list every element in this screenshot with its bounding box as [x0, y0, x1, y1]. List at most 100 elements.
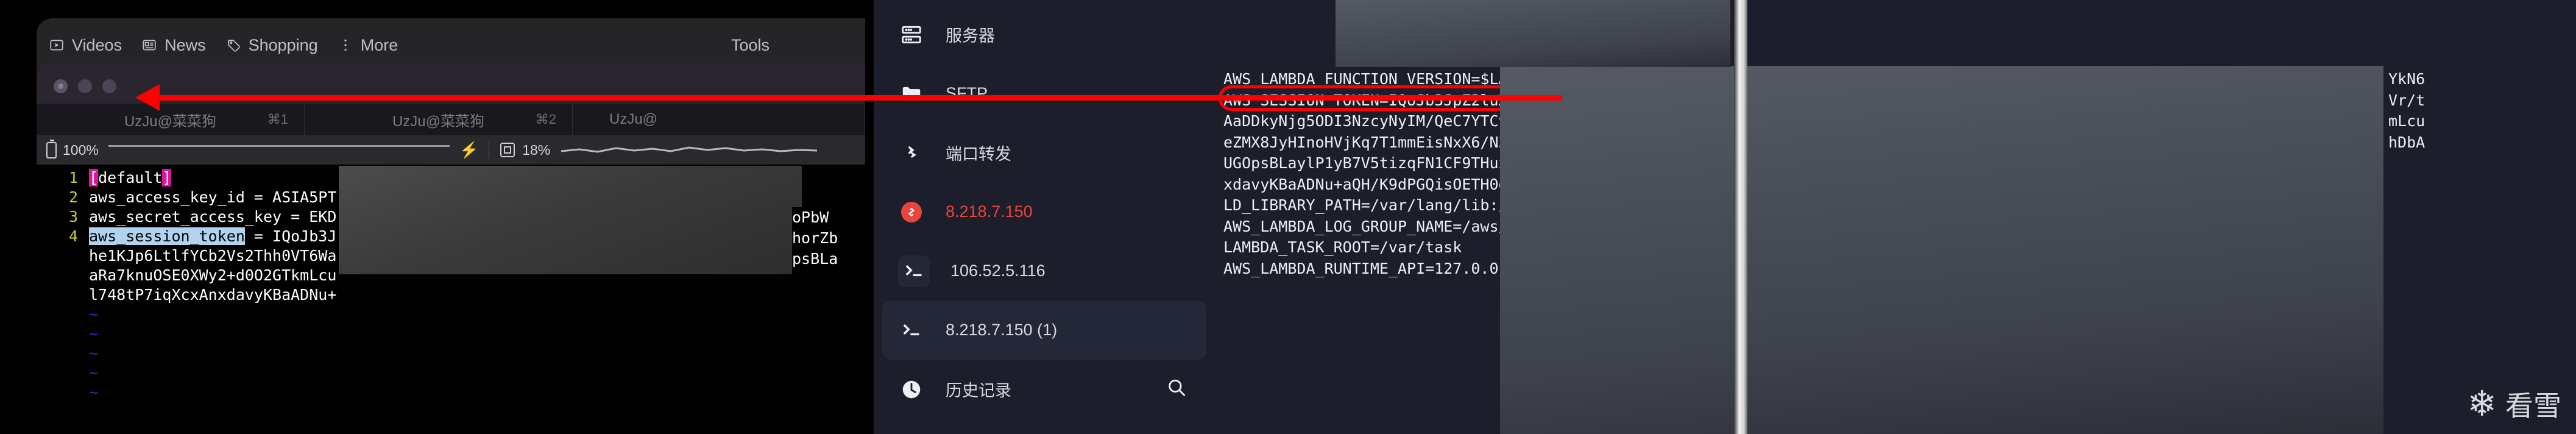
cpu-icon — [500, 143, 515, 157]
code-segment: ~ — [89, 383, 99, 401]
terminal-icon — [898, 317, 925, 344]
editor-line: 0~ — [37, 305, 865, 324]
console-fragment-line: hDbA — [2388, 133, 2426, 151]
tag-icon — [224, 36, 242, 54]
fragment-line: oPbW — [792, 208, 829, 226]
disconnect-icon — [898, 199, 925, 226]
search-nav-tabs: Videos News Shopping More — [37, 27, 414, 63]
sidebar-item-host-8-218-7-150-1[interactable]: 8.218.7.150 (1) — [882, 301, 1206, 360]
fragment-line: psBLa — [792, 250, 838, 268]
ssh-client-panel: 服务器 SFTP 端口转发 8.218.7.150 106.52.5.116 8… — [874, 0, 2576, 434]
sidebar-item-label: 端口转发 — [946, 145, 1011, 163]
sidebar-item-host-106-52-5-116[interactable]: 106.52.5.116 — [874, 241, 1215, 301]
nav-tab-more[interactable]: More — [334, 36, 414, 55]
video-icon — [48, 36, 66, 54]
disconnect-badge — [901, 201, 922, 222]
search-icon[interactable] — [1166, 377, 1187, 402]
line-number: 0 — [37, 344, 78, 363]
line-number: 0 — [37, 383, 78, 402]
annotation-arrow-line-right — [874, 95, 1562, 101]
tools-button[interactable]: Tools — [731, 27, 770, 63]
terminal-tab-shortcut: ⌘1 — [267, 112, 288, 127]
editor-line: 0~ — [37, 363, 865, 383]
nav-tab-news[interactable]: News — [138, 36, 222, 55]
annotation-arrow-head — [135, 84, 160, 111]
battery-icon — [46, 139, 57, 158]
code-segment: ~ — [89, 325, 99, 343]
line-number: 0 — [37, 363, 78, 383]
port-forward-icon — [898, 140, 925, 166]
code-segment: he1KJp6LtlfYCb2Vs2Thh0VT6Wa — [89, 247, 337, 265]
line-number: 1 — [68, 169, 78, 187]
clock-icon — [898, 376, 925, 403]
terminal-tab-bar: UzJu@菜菜狗 ⌘1 UzJu@菜菜狗 ⌘2 UzJu@ — [37, 104, 865, 135]
ssh-console-clipped-fragments: YkN6 Vr/t mLcu hDbA — [2383, 67, 2493, 434]
sidebar-item-sftp[interactable]: SFTP — [874, 64, 1215, 123]
code-segment: ] — [162, 169, 172, 187]
fragment-line: horZb — [792, 229, 838, 247]
sidebar-item-history[interactable]: 历史记录 — [874, 360, 1215, 419]
panel-scrollbar[interactable] — [1734, 0, 1747, 434]
terminal-tab-2[interactable]: UzJu@菜菜狗 ⌘2 — [305, 104, 573, 135]
sidebar-item-label: 历史记录 — [946, 382, 1011, 400]
sidebar-item-label: 106.52.5.116 — [950, 261, 1046, 280]
line-number: 2 — [68, 188, 78, 206]
sidebar-item-port-forwarding[interactable]: 端口转发 — [874, 123, 1215, 182]
terminal-tab-label: UzJu@ — [609, 111, 658, 127]
code-segment: l748tP7iqXcxAnxdavyKBaADNu+ — [89, 286, 337, 304]
redaction-overlay-right-main — [1500, 66, 2383, 434]
cpu-sparkline — [561, 140, 818, 160]
sidebar-item-host-8-218-7-150[interactable]: 8.218.7.150 — [874, 182, 1215, 241]
server-icon — [898, 21, 925, 48]
sidebar-item-label: 8.218.7.150 — [946, 202, 1033, 221]
line-number: 0 — [37, 285, 78, 305]
nav-tab-label: News — [165, 35, 206, 54]
code-segment: ~ — [89, 344, 99, 362]
line-number: 0 — [37, 266, 78, 285]
console-fragment-line: mLcu — [2388, 112, 2426, 130]
watermark-text: 看雪 — [2505, 390, 2561, 422]
sidebar-item-label: 8.218.7.150 (1) — [946, 321, 1058, 339]
more-vertical-icon — [336, 36, 355, 54]
window-traffic-lights — [54, 79, 116, 93]
code-segment: [ — [89, 169, 99, 187]
ssh-sidebar: 服务器 SFTP 端口转发 8.218.7.150 106.52.5.116 8… — [874, 0, 1215, 434]
snowflake-icon: ❄ — [2467, 384, 2497, 424]
news-icon — [140, 36, 158, 54]
nav-tab-videos[interactable]: Videos — [45, 36, 138, 55]
line-number: 0 — [37, 324, 78, 344]
line-number: 0 — [37, 305, 78, 324]
close-window-button[interactable] — [54, 79, 68, 93]
nav-tab-shopping[interactable]: Shopping — [222, 36, 334, 55]
sidebar-item-servers[interactable]: 服务器 — [874, 5, 1215, 64]
line-number: 3 — [68, 208, 78, 226]
code-segment: aws_session_token — [89, 227, 245, 245]
terminal-tab-1[interactable]: UzJu@菜菜狗 ⌘1 — [37, 104, 305, 135]
minimize-window-button[interactable] — [78, 79, 92, 93]
bolt-icon: ⚡ — [459, 140, 479, 159]
cpu-percent: 18% — [522, 141, 551, 158]
terminal-status-bar: 100% ⚡ 18% — [37, 135, 865, 165]
redaction-overlay-left — [339, 166, 802, 274]
terminal-tab-shortcut: ⌘2 — [535, 112, 556, 127]
code-segment: aws_access_key_id = ASIA5PT — [89, 188, 337, 206]
code-segment: ~ — [89, 305, 99, 323]
watermark: ❄ 看雪 — [2467, 384, 2561, 424]
screenshot-root: Videos News Shopping More Tools UzJu@菜菜狗… — [0, 0, 2576, 434]
nav-tab-label: Shopping — [248, 35, 318, 54]
maximize-window-button[interactable] — [102, 79, 116, 93]
terminal-icon — [898, 255, 930, 287]
sidebar-item-label: 服务器 — [946, 27, 995, 45]
code-segment: default — [98, 169, 163, 187]
terminal-tab-label: UzJu@菜菜狗 — [124, 113, 217, 130]
annotation-arrow-line — [141, 95, 933, 101]
code-segment: ~ — [89, 364, 99, 382]
terminal-tab-label: UzJu@菜菜狗 — [392, 113, 485, 130]
terminal-tab-3[interactable]: UzJu@ — [573, 104, 865, 135]
line-number: 0 — [37, 246, 78, 266]
nav-tab-label: Videos — [72, 35, 122, 54]
line-number: 4 — [68, 227, 78, 245]
console-fragment-line: Vr/t — [2388, 91, 2426, 109]
battery-percent: 100% — [63, 141, 99, 158]
code-segment: aRa7knuOSE0XWy2+d0O2GTkmLcu — [89, 266, 337, 284]
